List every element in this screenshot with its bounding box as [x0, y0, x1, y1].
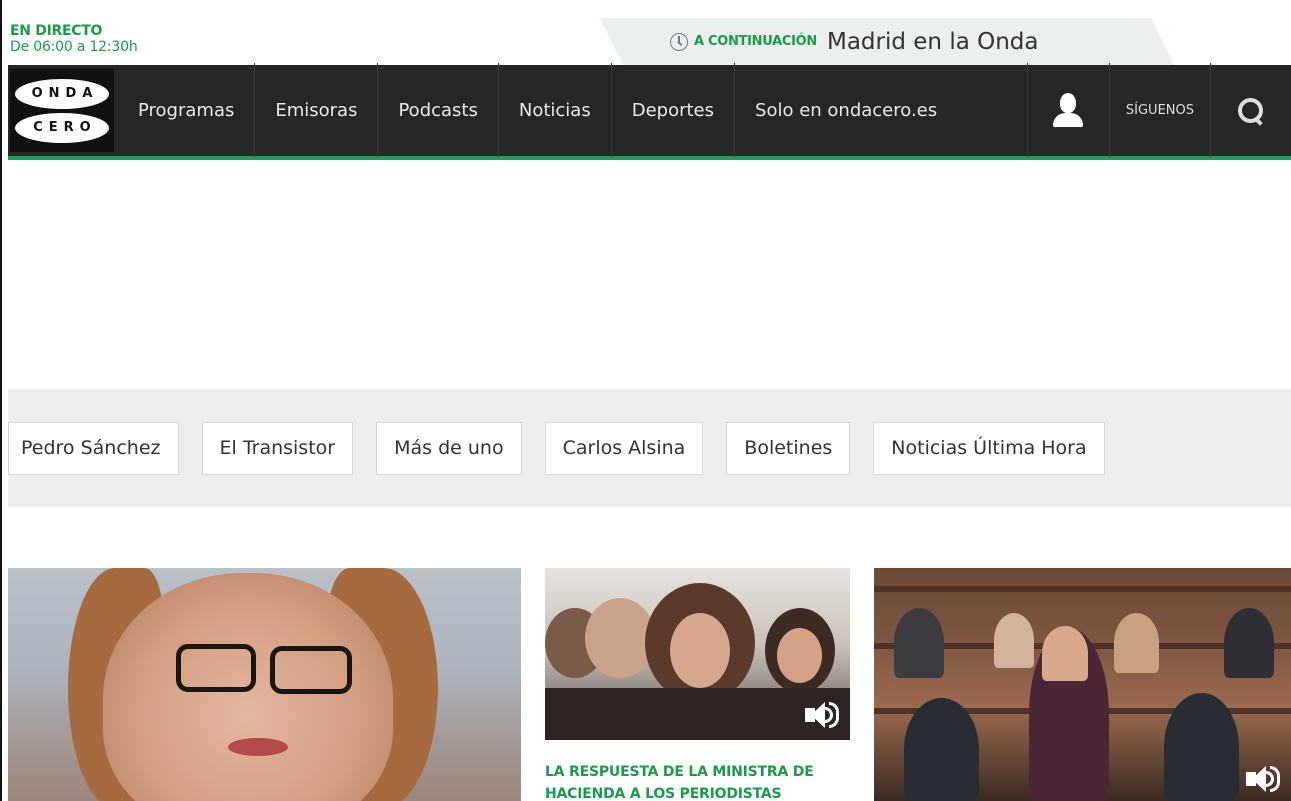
next-up-banner[interactable]: A CONTINUACIÓN Madrid en la Onda — [600, 18, 1174, 65]
page-left-rule — [0, 0, 2, 801]
live-time: De 06:00 a 12:30h — [10, 39, 138, 55]
news-headline-mid[interactable]: LA RESPUESTA DE LA MINISTRA DE HACIENDA … — [545, 761, 850, 801]
logo-text-top: ONDA — [31, 86, 99, 101]
audio-icon — [1246, 764, 1280, 794]
tag-noticias-ultima-hora[interactable]: Noticias Última Hora — [873, 421, 1105, 475]
tag-el-transistor[interactable]: El Transistor — [201, 421, 354, 475]
next-up-label: A CONTINUACIÓN — [694, 34, 817, 49]
nav-item-noticias[interactable]: Noticias — [499, 63, 612, 158]
nav-item-podcasts[interactable]: Podcasts — [378, 63, 499, 158]
nav-spacer — [937, 63, 1028, 158]
nav-item-deportes[interactable]: Deportes — [612, 63, 736, 158]
main-nav: ONDA CERO Programas Emisoras Podcasts No… — [8, 63, 1291, 160]
tag-mas-de-uno[interactable]: Más de uno — [376, 421, 522, 475]
live-now[interactable]: EN DIRECTO De 06:00 a 12:30h — [10, 23, 138, 55]
tag-carlos-alsina[interactable]: Carlos Alsina — [544, 421, 704, 475]
ad-space — [8, 164, 1291, 389]
news-image-main[interactable] — [8, 568, 521, 801]
search-button[interactable] — [1211, 63, 1291, 158]
news-image-mid[interactable] — [545, 568, 850, 740]
next-up-program: Madrid en la Onda — [826, 28, 1039, 55]
nav-item-programas[interactable]: Programas — [114, 63, 256, 158]
nav-item-emisoras[interactable]: Emisoras — [255, 63, 379, 158]
news-image-right[interactable] — [874, 568, 1291, 801]
topic-tags: Pedro Sánchez El Transistor Más de uno C… — [8, 389, 1291, 507]
top-bar: EN DIRECTO De 06:00 a 12:30h A CONTINUAC… — [0, 0, 1291, 65]
clock-icon — [670, 32, 688, 51]
user-icon — [1053, 92, 1084, 129]
audio-icon — [805, 700, 839, 730]
user-button[interactable] — [1028, 63, 1110, 158]
logo-top: ONDA — [15, 78, 109, 109]
news-section: LA RESPUESTA DE LA MINISTRA DE HACIENDA … — [8, 568, 1291, 801]
live-title: EN DIRECTO — [10, 23, 103, 39]
logo-bottom: CERO — [15, 112, 109, 143]
search-icon — [1236, 96, 1266, 126]
nav-item-solo-en-ondacero[interactable]: Solo en ondacero.es — [735, 63, 937, 158]
logo-text-bottom: CERO — [33, 120, 97, 135]
follow-button[interactable]: SÍGUENOS — [1110, 63, 1211, 158]
onda-cero-logo[interactable]: ONDA CERO — [10, 69, 114, 152]
tag-pedro-sanchez[interactable]: Pedro Sánchez — [8, 421, 179, 475]
tag-boletines[interactable]: Boletines — [726, 421, 851, 475]
